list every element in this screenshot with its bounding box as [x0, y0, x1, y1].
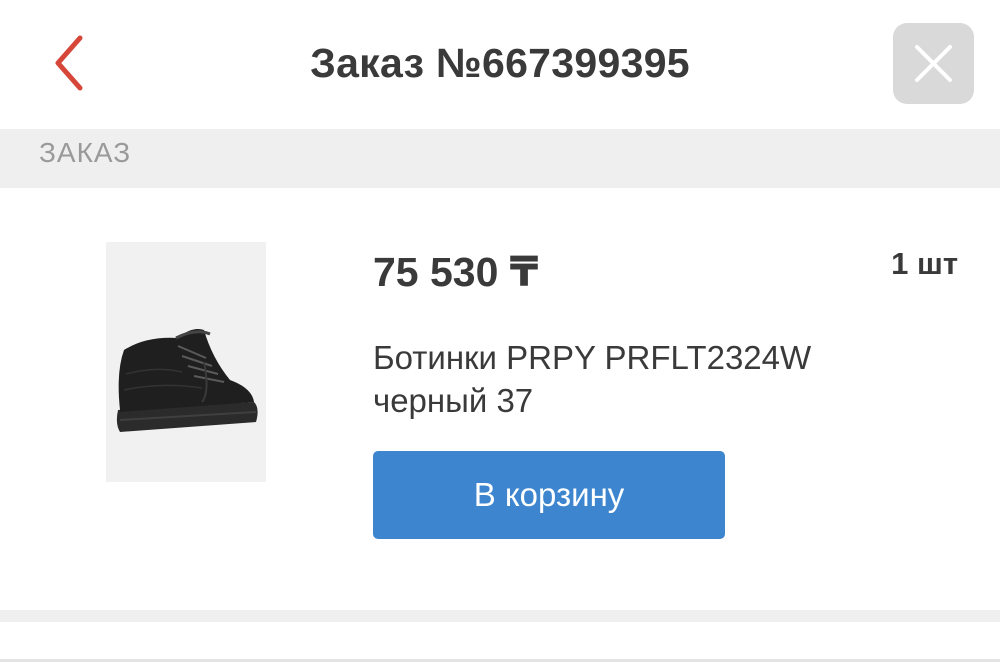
- product-image[interactable]: [106, 242, 266, 482]
- bottom-divider: [0, 610, 1000, 622]
- product-name-line1: Ботинки PRPY PRFLT2324W: [373, 339, 812, 376]
- product-name-line2: черный 37: [373, 382, 534, 419]
- page-title: Заказ №667399395: [310, 40, 690, 86]
- product-quantity: 1 шт: [891, 246, 958, 281]
- close-button[interactable]: [893, 23, 974, 104]
- boot-image: [106, 242, 266, 482]
- add-to-cart-button[interactable]: В корзину: [373, 451, 725, 539]
- section-header: ЗАКАЗ: [0, 129, 1000, 188]
- header-bar: Заказ №667399395: [0, 0, 1000, 130]
- close-icon: [915, 45, 952, 82]
- order-page: Заказ №667399395 ЗАКАЗ 75 530 ₸ 1 шт Бот…: [0, 0, 1000, 662]
- order-item-card: 75 530 ₸ 1 шт Ботинки PRPY PRFLT2324W че…: [0, 188, 1000, 610]
- product-price: 75 530 ₸: [373, 249, 539, 295]
- section-label: ЗАКАЗ: [39, 137, 132, 168]
- product-name[interactable]: Ботинки PRPY PRFLT2324W черный 37: [373, 336, 893, 422]
